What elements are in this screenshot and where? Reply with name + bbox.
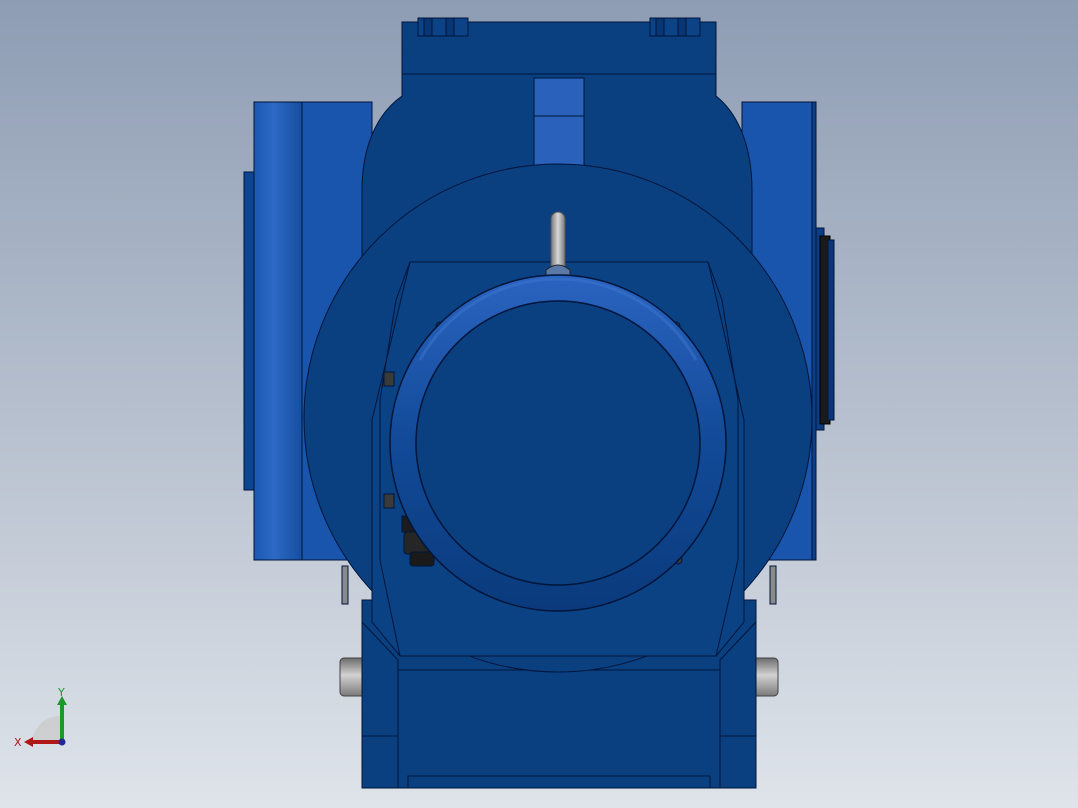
gearbox-body bbox=[243, 17, 835, 789]
top-rib bbox=[533, 77, 585, 167]
z-axis-dot bbox=[58, 738, 66, 746]
gearbox-model[interactable] bbox=[0, 0, 1078, 808]
triad-sector bbox=[32, 715, 60, 742]
axis-triad: Y X bbox=[14, 686, 67, 749]
3d-viewport[interactable]: Y X bbox=[0, 0, 1078, 808]
x-axis-arrowhead bbox=[24, 737, 33, 747]
y-axis-label: Y bbox=[57, 686, 65, 699]
x-axis-label: X bbox=[14, 736, 22, 749]
top-cap bbox=[401, 17, 717, 75]
